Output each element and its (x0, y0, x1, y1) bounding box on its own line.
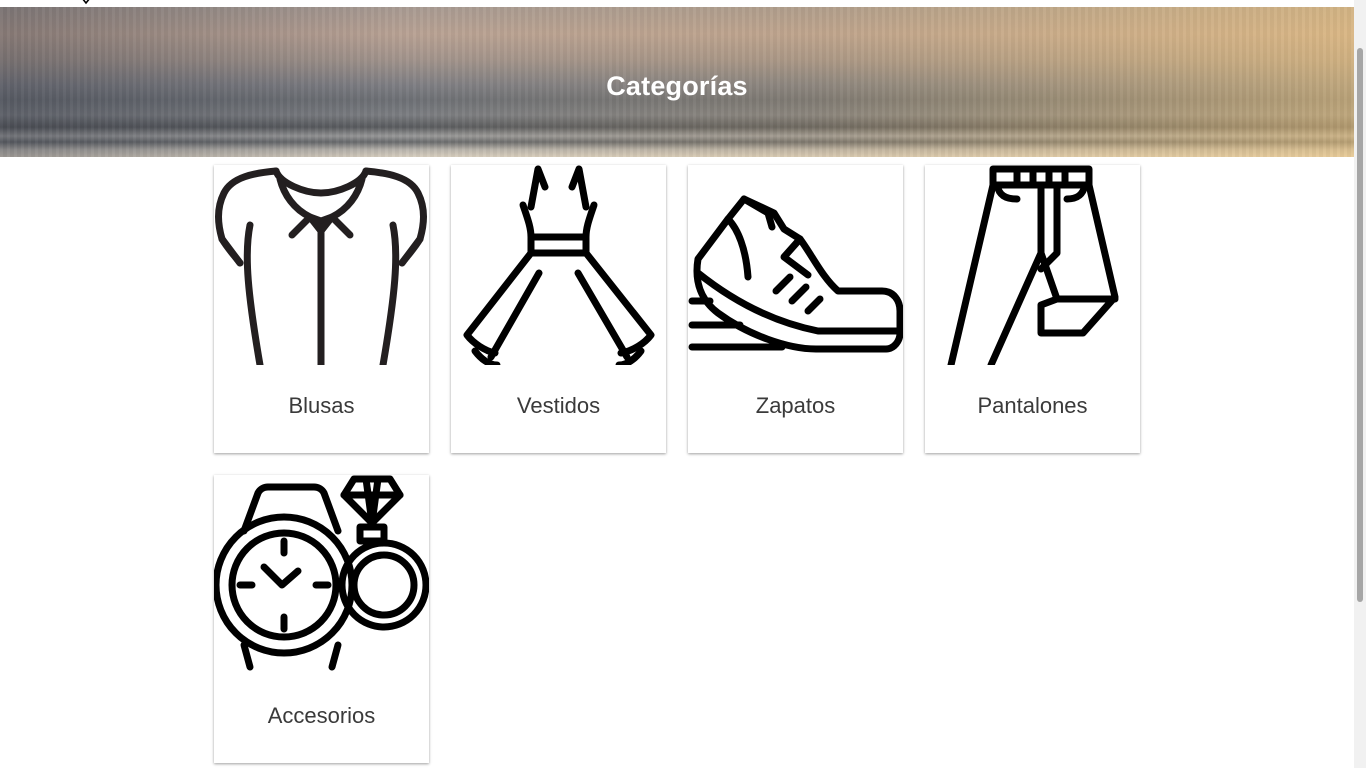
blouse-icon (215, 167, 427, 365)
category-card-vestidos[interactable]: Vestidos (451, 165, 666, 453)
category-label: Accesorios (267, 703, 376, 728)
watch-ring-icon (214, 475, 429, 671)
sneaker-icon (688, 195, 903, 353)
category-label: Vestidos (516, 393, 601, 418)
dress-icon (463, 165, 655, 365)
page: Categorías Blusas Vestidos Zapatos Panta… (0, 0, 1366, 768)
header-banner: Categorías (0, 7, 1354, 157)
category-card-zapatos[interactable]: Zapatos (688, 165, 903, 453)
category-label: Pantalones (977, 393, 1088, 418)
chevron-down-icon[interactable] (80, 0, 92, 6)
category-label: Blusas (288, 393, 355, 418)
vertical-scrollbar[interactable] (1354, 0, 1366, 768)
top-strip (0, 0, 1354, 7)
scrollbar-thumb[interactable] (1357, 48, 1363, 602)
category-label: Zapatos (755, 393, 836, 418)
page-title: Categorías (606, 71, 748, 101)
category-card-pantalones[interactable]: Pantalones (925, 165, 1140, 453)
category-card-blusas[interactable]: Blusas (214, 165, 429, 453)
pants-icon (947, 165, 1119, 365)
category-card-accesorios[interactable]: Accesorios (214, 475, 429, 763)
